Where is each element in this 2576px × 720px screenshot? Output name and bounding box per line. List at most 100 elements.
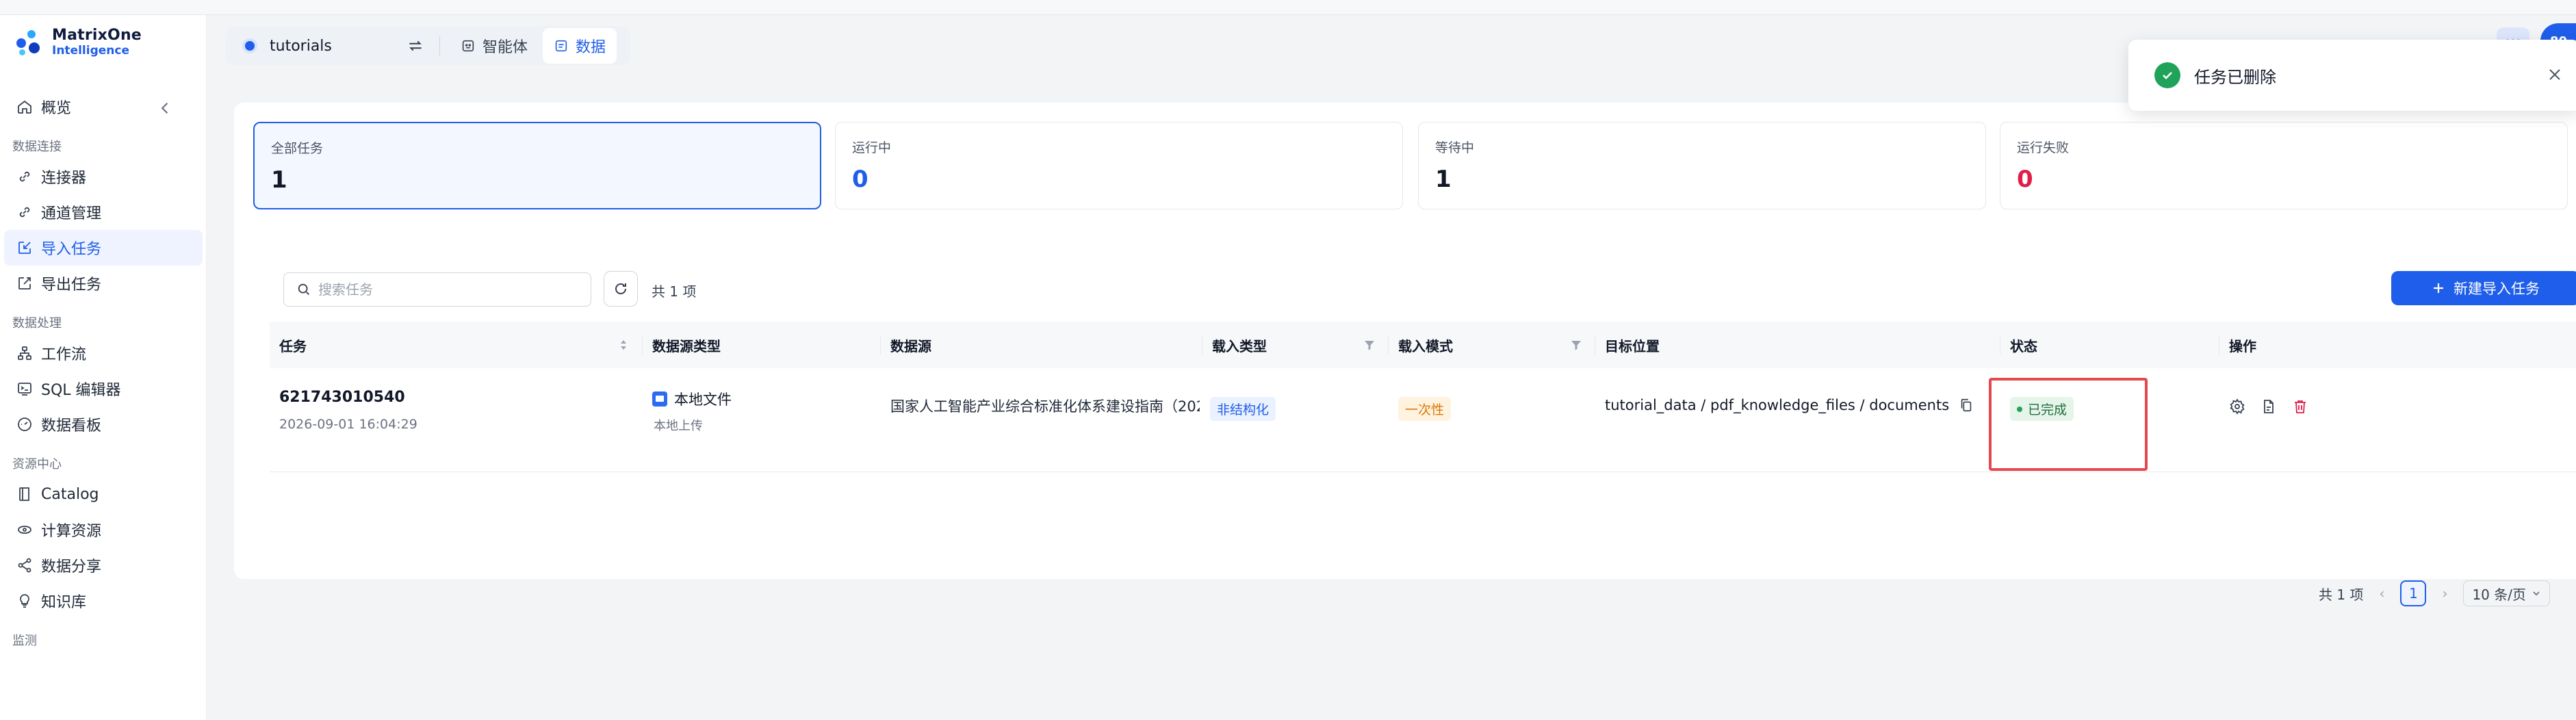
sidebar-item-catalog[interactable]: Catalog (4, 476, 203, 512)
source-type-cell: 本地文件 本地上传 (652, 389, 732, 434)
column-label: 载入类型 (1212, 337, 1267, 355)
source-subtype: 本地上传 (654, 419, 703, 433)
sidebar-item-label: 知识库 (41, 594, 87, 611)
sidebar-nav: 概览 数据连接 连接器 通道管理 导入任务 导出任务 数据处理 工作流 SQL … (0, 89, 207, 653)
local-file-icon (652, 391, 667, 407)
switch-workspace-icon[interactable] (407, 37, 424, 55)
page-number-button[interactable]: 1 (2400, 580, 2427, 606)
new-import-task-button[interactable]: 新建导入任务 (2391, 271, 2576, 305)
filter-icon[interactable] (1569, 338, 1583, 352)
pagination: 共 1 项 ‹ 1 › 10 条/页 (2319, 580, 2550, 606)
target-cell: tutorial_data / pdf_knowledge_files / do… (1605, 397, 1974, 413)
table-row[interactable]: 621743010540 2026-09-01 16:04:29 本地文件 本地… (270, 368, 2576, 472)
search-box[interactable] (283, 272, 591, 307)
load-mode-tag: 一次性 (1398, 397, 1452, 421)
brand-logo[interactable]: MatrixOne Intelligence (14, 27, 142, 57)
prev-page-icon[interactable]: ‹ (2374, 585, 2389, 602)
sidebar-item-label: 导入任务 (41, 241, 102, 258)
tab-agent[interactable]: 智能体 (450, 28, 539, 64)
export-icon (18, 277, 31, 290)
collapse-sidebar-icon[interactable] (157, 100, 174, 116)
lightbulb-icon (20, 594, 29, 608)
stat-label: 运行中 (852, 140, 892, 155)
top-strip (0, 0, 2576, 15)
column-actions: 操作 (2219, 322, 2576, 368)
copy-icon[interactable] (1959, 398, 1974, 413)
sidebar-item-dashboard[interactable]: 数据看板 (4, 407, 203, 442)
terminal-icon (18, 383, 31, 396)
sidebar-item-label: 通道管理 (41, 205, 102, 222)
brand-subtitle: Intelligence (52, 44, 129, 57)
sidebar-item-data-share[interactable]: 数据分享 (4, 548, 203, 583)
workspace-header: tutorials 智能体 数据 (226, 26, 631, 66)
tab-label: 数据 (576, 39, 606, 56)
source-cell: 国家人工智能产业综合标准化体系建设指南（2024 (890, 398, 1200, 415)
task-count: 共 1 项 (652, 283, 697, 300)
stat-card-all[interactable]: 全部任务 1 (253, 122, 821, 209)
page-size-select[interactable]: 10 条/页 (2463, 580, 2550, 606)
workflow-icon (18, 346, 31, 360)
book-icon (19, 487, 29, 501)
dashboard-icon (18, 417, 31, 431)
nav-section-title: 数据连接 (12, 140, 62, 154)
data-icon (555, 40, 567, 52)
pagination-total: 共 1 项 (2319, 586, 2364, 603)
sidebar-item-compute[interactable]: 计算资源 (4, 512, 203, 548)
tab-data[interactable]: 数据 (543, 28, 617, 64)
column-task[interactable]: 任务 (270, 322, 643, 368)
column-load-mode[interactable]: 载入模式 (1389, 322, 1595, 368)
stat-label: 等待中 (1435, 140, 1475, 155)
stat-card-waiting[interactable]: 等待中 1 (1418, 122, 1986, 209)
load-type-tag: 非结构化 (1210, 397, 1276, 421)
chevron-down-icon (2533, 591, 2540, 596)
load-type-cell: 非结构化 (1210, 397, 1276, 421)
plus-icon (2434, 283, 2443, 293)
filter-icon[interactable] (1363, 338, 1376, 352)
sidebar-item-label: 连接器 (41, 170, 87, 187)
table-header: 任务 数据源类型 数据源 载入类型 载入模式 目标位置 状态 操作 (270, 322, 2576, 368)
target-path: tutorial_data / pdf_knowledge_files / do… (1605, 397, 1950, 413)
sidebar-item-sql-editor[interactable]: SQL 编辑器 (4, 371, 203, 407)
sidebar-item-connectors[interactable]: 连接器 (4, 159, 203, 194)
settings-icon[interactable] (2229, 398, 2245, 415)
task-cell: 621743010540 2026-09-01 16:04:29 (279, 389, 417, 432)
column-source: 数据源 (881, 322, 1202, 368)
page-size-value: 10 条/页 (2472, 586, 2526, 603)
actions-cell (2229, 398, 2308, 415)
sort-icon[interactable] (617, 338, 630, 352)
close-icon[interactable] (2547, 67, 2562, 82)
sidebar-item-overview[interactable]: 概览 (4, 89, 203, 125)
load-mode-cell: 一次性 (1398, 397, 1452, 421)
compute-icon (18, 526, 31, 534)
column-label: 数据源类型 (652, 337, 721, 355)
sidebar-item-export-tasks[interactable]: 导出任务 (4, 266, 203, 301)
sidebar-item-workflow[interactable]: 工作流 (4, 335, 203, 371)
workspace-status-dot (245, 41, 255, 51)
sidebar-item-channels[interactable]: 通道管理 (4, 194, 203, 230)
column-label: 状态 (2010, 337, 2037, 355)
sidebar-item-knowledge[interactable]: 知识库 (4, 583, 203, 619)
stat-card-failed[interactable]: 运行失败 0 (2000, 122, 2568, 209)
next-page-icon[interactable]: › (2437, 585, 2452, 602)
channel-icon (19, 207, 30, 218)
sidebar-item-label: 工作流 (41, 346, 87, 363)
column-load-type[interactable]: 载入类型 (1202, 322, 1389, 368)
refresh-button[interactable] (604, 271, 638, 307)
column-label: 任务 (279, 337, 307, 355)
source-type: 本地文件 (674, 391, 732, 408)
column-target: 目标位置 (1595, 322, 2000, 368)
header-divider (439, 36, 440, 55)
stat-card-running[interactable]: 运行中 0 (835, 122, 1403, 209)
workspace-name[interactable]: tutorials (270, 38, 407, 55)
brand-title: MatrixOne (52, 27, 142, 44)
stat-value: 0 (2017, 166, 2033, 193)
log-file-icon[interactable] (2261, 398, 2277, 415)
column-label: 目标位置 (1605, 337, 1660, 355)
sidebar-item-label: 数据看板 (41, 417, 102, 435)
search-input[interactable] (318, 281, 578, 298)
stat-value: 1 (1435, 166, 1452, 193)
sidebar-item-import-tasks[interactable]: 导入任务 (4, 230, 203, 266)
task-id[interactable]: 621743010540 (279, 389, 417, 406)
delete-icon[interactable] (2292, 398, 2308, 415)
status-highlight-box (1989, 378, 2148, 471)
